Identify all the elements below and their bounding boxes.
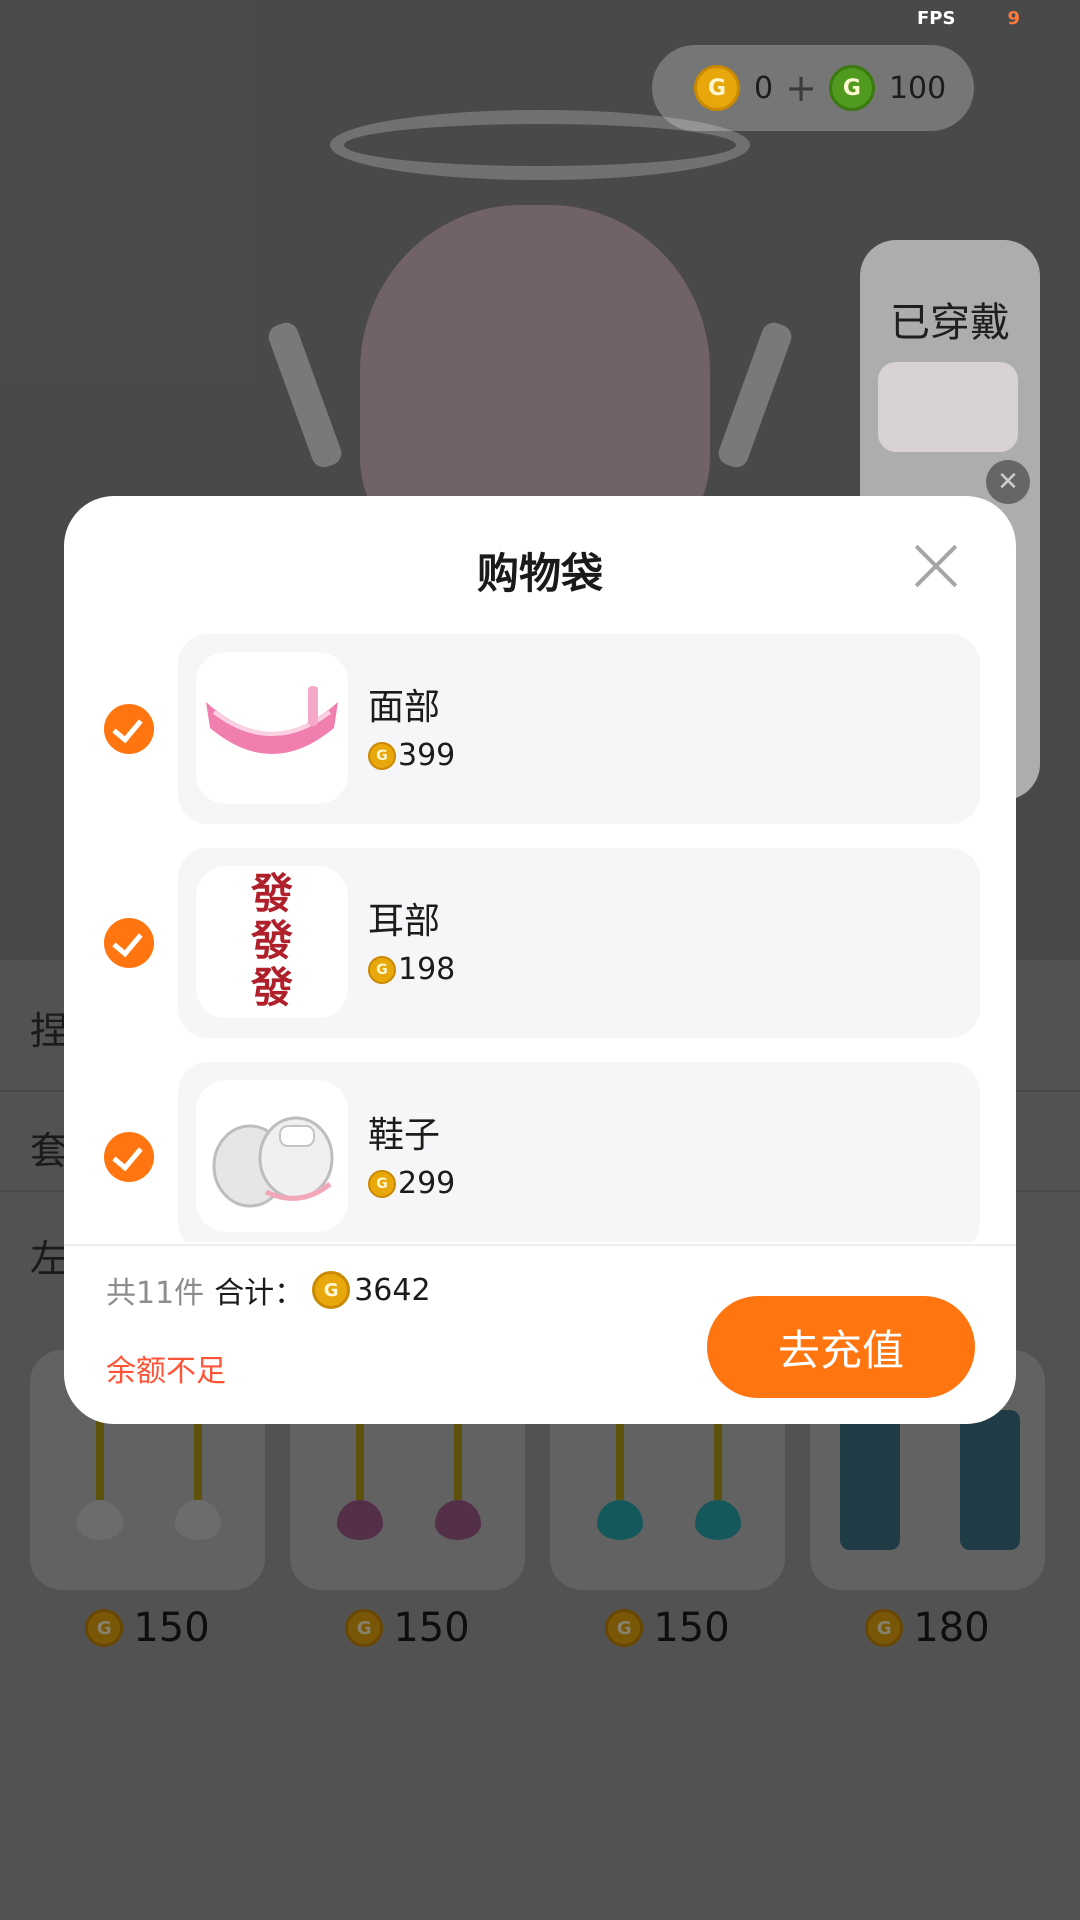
green-coin-icon bbox=[828, 65, 875, 111]
gold-coin-icon bbox=[368, 955, 396, 984]
cart-summary: 共11件 合计： 3642 bbox=[106, 1268, 431, 1312]
pink-visor-icon bbox=[206, 686, 338, 754]
total-value: 3642 bbox=[354, 1272, 431, 1308]
checkbox-checked-icon[interactable] bbox=[104, 918, 154, 968]
item-count: 共11件 bbox=[106, 1276, 205, 1311]
checkbox-checked-icon[interactable] bbox=[104, 704, 154, 754]
item-price: 299 bbox=[368, 1166, 455, 1201]
fps-value: 9 bbox=[1007, 8, 1020, 29]
dialog-title: 购物袋 bbox=[476, 549, 603, 598]
item-name: 耳部 bbox=[368, 901, 441, 942]
recharge-button[interactable]: 去充值 bbox=[707, 1296, 975, 1398]
cart-item-card[interactable]: 鞋子 299 bbox=[178, 1062, 980, 1242]
item-name: 面部 bbox=[368, 687, 441, 728]
shopping-bag-dialog: 购物袋 面部 399 bbox=[64, 496, 1016, 1424]
item-thumbnail bbox=[196, 1080, 348, 1232]
gold-coin-icon bbox=[312, 1271, 351, 1309]
white-slippers-icon bbox=[212, 1116, 334, 1208]
item-price: 198 bbox=[368, 952, 455, 987]
cart-item-card[interactable]: 面部 399 bbox=[178, 634, 980, 824]
item-price: 399 bbox=[368, 738, 455, 773]
gold-coin-icon bbox=[368, 741, 396, 770]
gold-amount: 0 bbox=[754, 70, 774, 106]
cart-item: 面部 399 bbox=[64, 634, 1016, 824]
cart-item-list[interactable]: 面部 399 發 發 發 耳部 198 bbox=[64, 634, 1016, 1242]
cart-item: 發 發 發 耳部 198 bbox=[64, 848, 1016, 1038]
worn-item-thumb[interactable] bbox=[878, 362, 1018, 452]
item-name: 鞋子 bbox=[368, 1115, 441, 1156]
worn-panel-title: 已穿戴 bbox=[890, 300, 1010, 346]
cart-item-card[interactable]: 發 發 發 耳部 198 bbox=[178, 848, 980, 1038]
divider bbox=[64, 1244, 1016, 1246]
total-label: 合计： bbox=[214, 1276, 305, 1311]
item-thumbnail bbox=[196, 652, 348, 804]
cart-item: 鞋子 299 bbox=[64, 1062, 1016, 1242]
remove-worn-icon[interactable]: ✕ bbox=[986, 460, 1030, 504]
fps-counter: FPS 9 bbox=[917, 8, 1020, 29]
gold-coin-icon bbox=[694, 65, 740, 111]
fps-label: FPS bbox=[917, 8, 956, 29]
plus-icon[interactable]: + bbox=[785, 66, 817, 110]
gold-coin-icon bbox=[368, 1169, 396, 1198]
close-icon[interactable] bbox=[908, 538, 964, 594]
insufficient-balance-warning: 余额不足 bbox=[106, 1354, 226, 1389]
item-thumbnail: 發 發 發 bbox=[196, 866, 348, 1018]
checkbox-checked-icon[interactable] bbox=[104, 1132, 154, 1182]
red-characters-picture: 發 發 發 bbox=[250, 869, 293, 1012]
currency-bar[interactable]: 0 + 100 bbox=[652, 45, 974, 131]
green-amount: 100 bbox=[888, 70, 947, 106]
